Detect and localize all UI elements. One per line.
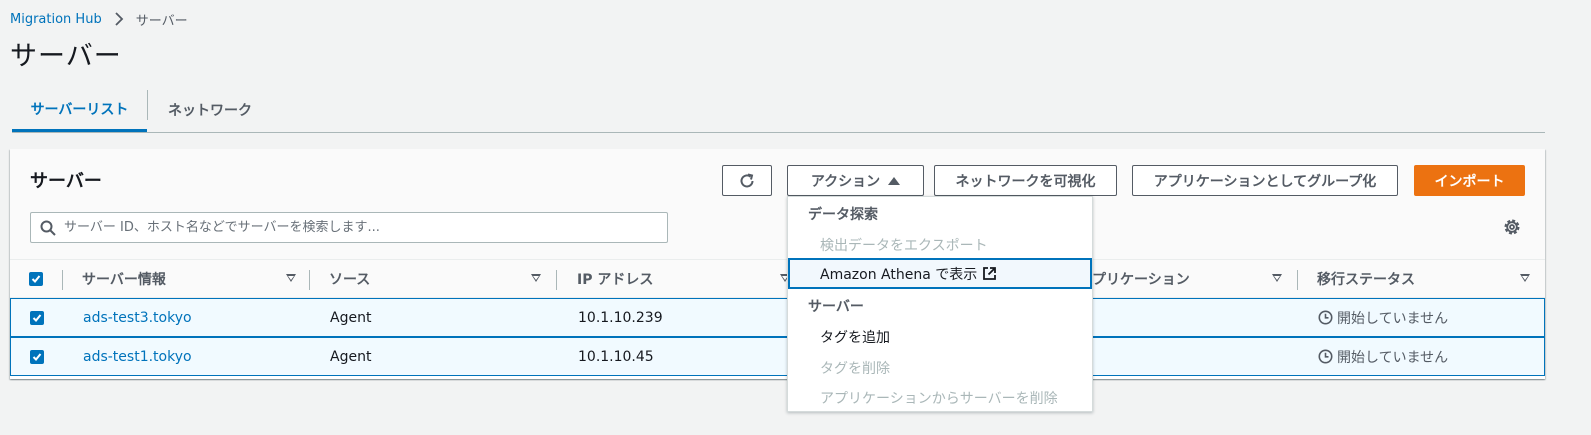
- column-header-migration-status[interactable]: 移行ステータス: [1317, 260, 1532, 298]
- breadcrumb: Migration Hub サーバー: [10, 10, 188, 29]
- actions-button-label: アクション: [810, 173, 881, 190]
- panel-title: サーバー: [30, 171, 102, 192]
- sort-caret-icon: [531, 274, 541, 282]
- column-divider: [309, 270, 310, 290]
- breadcrumb-current: サーバー: [135, 13, 188, 29]
- refresh-icon: [740, 173, 754, 187]
- column-header-label: 移行ステータス: [1317, 272, 1415, 288]
- migration-status-cell: 開始していません: [1318, 299, 1448, 336]
- column-header-label: アプリケーション: [1078, 272, 1190, 288]
- column-divider: [1297, 270, 1298, 290]
- group-as-application-button[interactable]: アプリケーションとしてグループ化: [1132, 165, 1398, 196]
- row-checkbox[interactable]: [30, 350, 44, 364]
- ip-address-cell: 10.1.10.239: [578, 309, 663, 326]
- sort-caret-icon: [1272, 274, 1282, 282]
- server-name-link[interactable]: ads-test3.tokyo: [83, 299, 192, 336]
- clock-icon: [1318, 310, 1333, 325]
- menu-group-servers: サーバー: [808, 299, 864, 315]
- menu-item-label: Amazon Athena で表示: [820, 266, 978, 283]
- visualize-network-button[interactable]: ネットワークを可視化: [934, 165, 1117, 196]
- gear-icon[interactable]: [1502, 217, 1522, 237]
- row-checkbox[interactable]: [30, 311, 44, 325]
- column-divider: [62, 270, 63, 290]
- panel-header: サーバー アクション ネットワークを可視化 アプリケーションとしてグループ化 イ…: [10, 149, 1545, 259]
- search-icon: [40, 220, 56, 236]
- import-button[interactable]: インポート: [1414, 165, 1525, 196]
- column-header-application[interactable]: アプリケーション: [1078, 260, 1288, 298]
- table-row[interactable]: ads-test1.tokyo Agent 10.1.10.45 開始していませ…: [10, 337, 1545, 376]
- actions-dropdown-menu: データ探索 検出データをエクスポート Amazon Athena で表示 サーバ…: [787, 196, 1093, 412]
- tab-network[interactable]: ネットワーク: [149, 88, 271, 132]
- page-title: サーバー: [10, 41, 122, 72]
- menu-group-data-exploration: データ探索: [808, 207, 878, 223]
- column-divider: [556, 270, 557, 290]
- source-cell: Agent: [330, 348, 372, 365]
- status-text: 開始していません: [1337, 349, 1449, 366]
- chevron-right-icon: [115, 12, 123, 26]
- menu-item-view-in-athena[interactable]: Amazon Athena で表示: [788, 258, 1092, 289]
- status-text: 開始していません: [1337, 310, 1449, 327]
- column-header-label: サーバー情報: [82, 272, 166, 288]
- sort-caret-icon: [1520, 274, 1530, 282]
- column-header-ip-address[interactable]: IP アドレス: [577, 260, 797, 298]
- tab-divider: [147, 90, 148, 120]
- column-header-label: ソース: [329, 272, 371, 288]
- breadcrumb-migration-hub[interactable]: Migration Hub: [10, 12, 102, 27]
- refresh-button[interactable]: [722, 165, 772, 196]
- tab-server-list[interactable]: サーバーリスト: [12, 88, 147, 132]
- sort-caret-icon: [286, 274, 296, 282]
- source-cell: Agent: [330, 309, 372, 326]
- servers-panel: サーバー アクション ネットワークを可視化 アプリケーションとしてグループ化 イ…: [10, 149, 1545, 379]
- migration-status-cell: 開始していません: [1318, 338, 1448, 375]
- table-row[interactable]: ads-test3.tokyo Agent 10.1.10.239 開始していま…: [10, 298, 1545, 337]
- menu-item-add-tag[interactable]: タグを追加: [820, 327, 890, 347]
- server-name-link[interactable]: ads-test1.tokyo: [83, 338, 192, 375]
- caret-up-icon: [888, 176, 901, 185]
- menu-item-remove-from-application: アプリケーションからサーバーを削除: [820, 391, 1058, 407]
- select-all-checkbox[interactable]: [29, 272, 43, 286]
- external-link-icon: [983, 267, 997, 280]
- clock-icon: [1318, 349, 1333, 364]
- column-header-label: IP アドレス: [577, 272, 654, 288]
- search-input[interactable]: [64, 220, 644, 235]
- tab-bar: サーバーリスト ネットワーク: [12, 88, 1545, 133]
- check-icon: [31, 275, 41, 283]
- search-box: [30, 212, 668, 243]
- menu-item-remove-tag: タグを削除: [820, 361, 890, 377]
- check-icon: [32, 314, 42, 322]
- column-header-server-info[interactable]: サーバー情報: [82, 260, 302, 298]
- menu-item-export-discovery-data: 検出データをエクスポート: [820, 238, 988, 254]
- ip-address-cell: 10.1.10.45: [578, 348, 654, 365]
- column-header-source[interactable]: ソース: [329, 260, 549, 298]
- check-icon: [32, 353, 42, 361]
- table-header: サーバー情報 ソース IP アドレス アプリケーション 移行ステータス: [10, 259, 1545, 298]
- actions-button[interactable]: アクション: [787, 165, 924, 196]
